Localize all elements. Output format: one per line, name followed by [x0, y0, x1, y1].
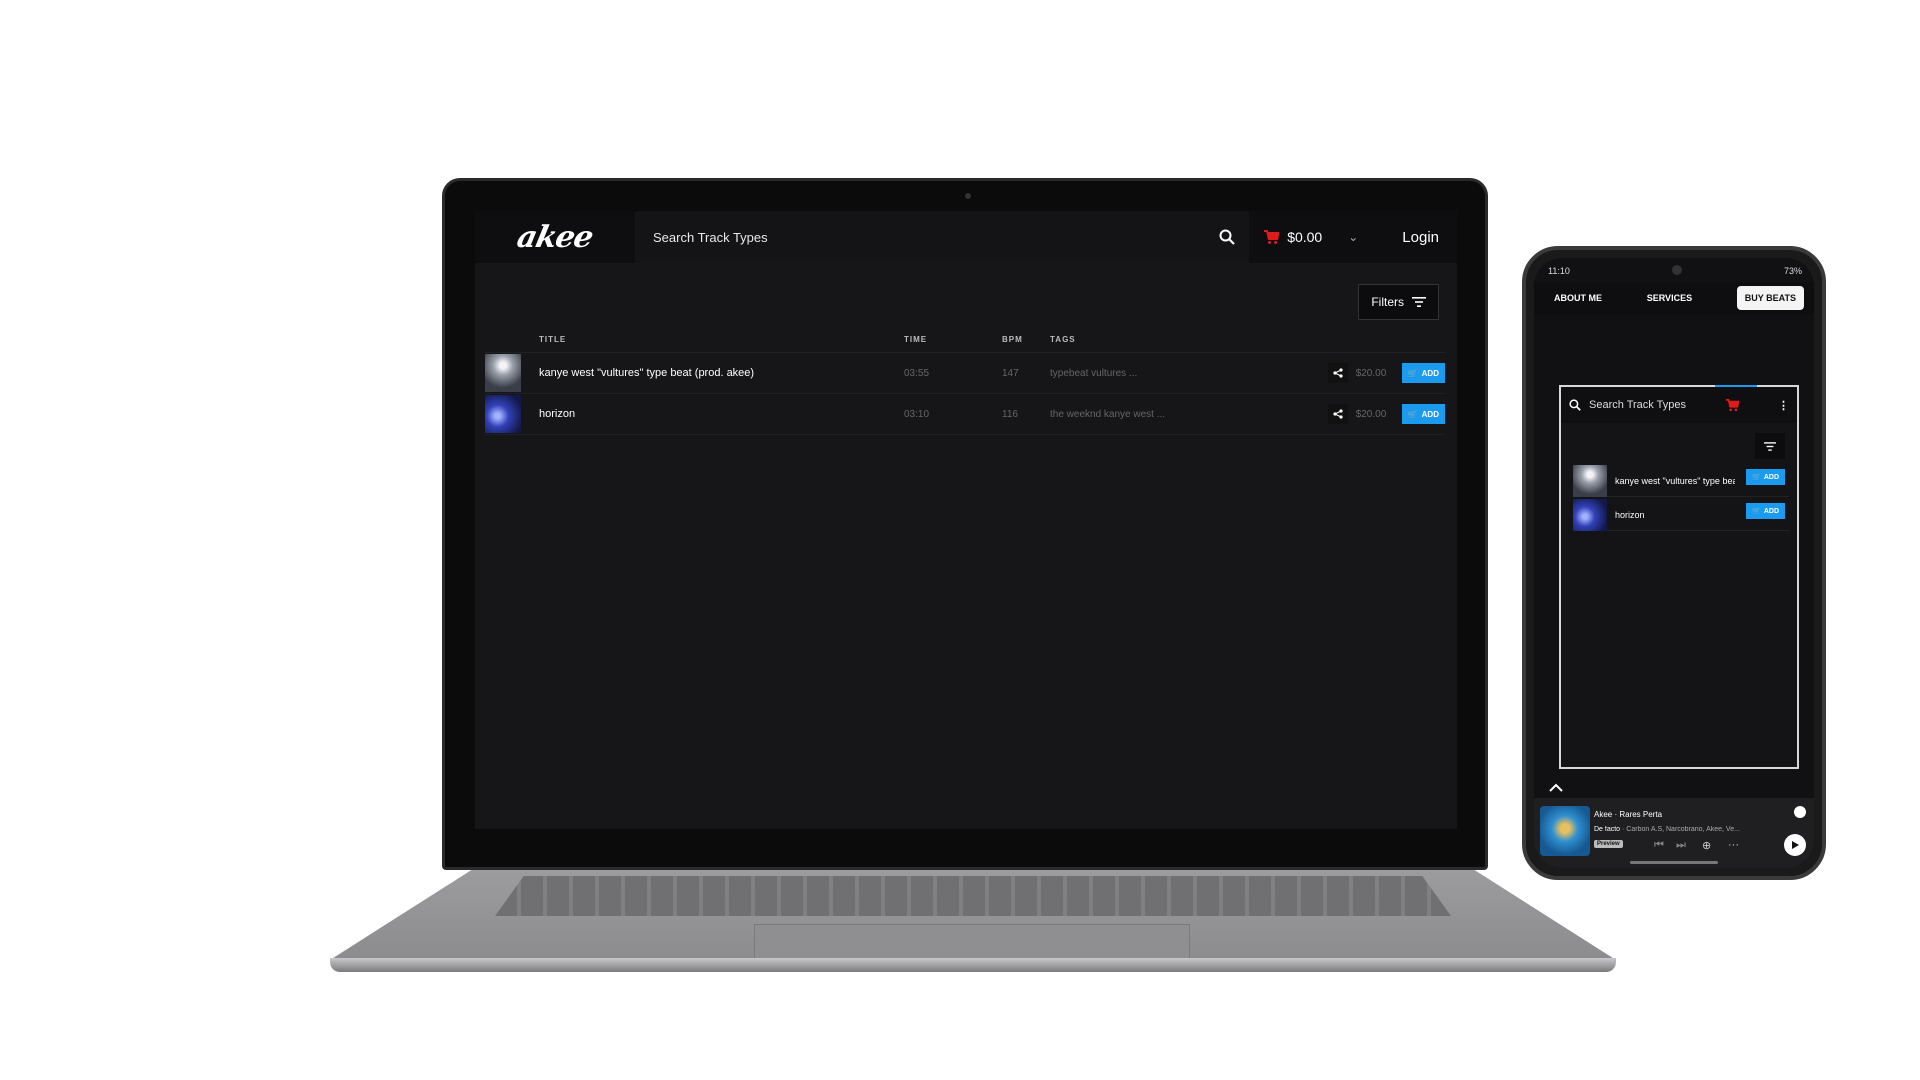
- search-bar: [635, 211, 1250, 263]
- table-row[interactable]: kanye west "vultures" type beat (prod. a…: [485, 353, 1445, 394]
- laptop-device: akee $0.00 ⌄ Login Filters: [442, 178, 1488, 870]
- add-label: ADD: [1763, 507, 1779, 515]
- status-time: 11:10: [1548, 266, 1570, 276]
- add-to-cart-button[interactable]: 🛒 ADD: [1746, 503, 1785, 519]
- header-title: TITLE: [539, 335, 567, 344]
- home-indicator: [1630, 861, 1718, 864]
- cart-icon: 🛒: [1752, 508, 1761, 515]
- share-icon[interactable]: [1327, 363, 1348, 383]
- search-icon[interactable]: [1219, 229, 1235, 245]
- spotify-player: Akee · Rares Perta De facto · Carbon A.S…: [1534, 798, 1814, 868]
- nav-services[interactable]: SERVICES: [1647, 293, 1692, 303]
- album-artwork[interactable]: [1540, 806, 1590, 856]
- cart-icon: 🛒: [1752, 474, 1761, 481]
- more-icon[interactable]: ···: [1728, 839, 1739, 851]
- filters-button[interactable]: Filters: [1358, 284, 1439, 320]
- trackpad: [754, 924, 1190, 962]
- cart-total: $0.00: [1287, 229, 1323, 245]
- phone-screen: 11:10 73% ABOUT ME SERVICES BUY BEATS Se…: [1534, 258, 1814, 868]
- add-label: ADD: [1763, 473, 1779, 481]
- add-to-cart-button[interactable]: 🛒 ADD: [1401, 363, 1445, 383]
- add-icon[interactable]: ⊕: [1702, 839, 1711, 852]
- player-track[interactable]: De facto: [1594, 826, 1620, 833]
- phone-device: 11:10 73% ABOUT ME SERVICES BUY BEATS Se…: [1522, 246, 1826, 880]
- chevron-down-icon[interactable]: ⌄: [1348, 230, 1358, 244]
- track-time: 03:55: [904, 367, 930, 379]
- track-title[interactable]: horizon: [539, 408, 904, 420]
- track-title[interactable]: kanye west "vultures" type beat (prod. a…: [1615, 476, 1735, 486]
- player-subtitle: De facto · Carbon A.S, Narcobrano, Akee,…: [1594, 826, 1764, 833]
- track-price: $20.00: [1355, 367, 1387, 379]
- track-tags[interactable]: typebeat vultures ...: [1050, 368, 1320, 379]
- search-icon[interactable]: [1569, 399, 1581, 411]
- login-link[interactable]: Login: [1372, 229, 1457, 246]
- player-artists: · Carbon A.S, Narcobrano, Akee, Ve...: [1622, 826, 1740, 833]
- track-artwork[interactable]: [1573, 464, 1607, 497]
- share-icon[interactable]: [1327, 404, 1348, 424]
- site-nav: ABOUT ME SERVICES BUY BEATS: [1534, 282, 1814, 314]
- add-label: ADD: [1421, 409, 1439, 419]
- list-item[interactable]: horizon 🛒 ADD: [1573, 498, 1789, 531]
- track-title[interactable]: kanye west "vultures" type beat (prod. a…: [539, 367, 904, 379]
- add-to-cart-button[interactable]: 🛒 ADD: [1746, 469, 1785, 485]
- track-title[interactable]: horizon: [1615, 510, 1735, 520]
- cart-icon: 🛒: [1407, 368, 1418, 378]
- status-bar: 11:10 73%: [1534, 258, 1814, 278]
- track-time: 03:10: [904, 408, 930, 420]
- battery-level: 73%: [1783, 266, 1802, 276]
- laptop-screen: akee $0.00 ⌄ Login Filters: [475, 211, 1457, 829]
- keyboard: [495, 876, 1451, 916]
- filters-label: Filters: [1371, 295, 1404, 309]
- app-header: akee $0.00 ⌄ Login: [475, 211, 1457, 263]
- track-bpm: 116: [1002, 408, 1018, 420]
- laptop-camera: [965, 193, 971, 199]
- cart-icon[interactable]: [1725, 398, 1739, 412]
- player-title[interactable]: Akee · Rares Perta: [1594, 810, 1662, 819]
- table-header: TITLE TIME BPM TAGS: [485, 327, 1445, 353]
- track-artwork[interactable]: [485, 395, 521, 433]
- spotify-icon[interactable]: [1794, 806, 1806, 818]
- add-to-cart-button[interactable]: 🛒 ADD: [1401, 404, 1445, 424]
- laptop-keyboard-base: [330, 870, 1616, 988]
- header-time: TIME: [904, 335, 928, 344]
- add-label: ADD: [1421, 368, 1439, 378]
- cart-button[interactable]: $0.00 ⌄: [1249, 229, 1372, 245]
- table-row[interactable]: horizon 03:10 116 the weeknd kanye west …: [485, 394, 1445, 435]
- search-input[interactable]: [653, 229, 1173, 245]
- nav-buy-beats[interactable]: BUY BEATS: [1736, 286, 1804, 310]
- more-options-icon[interactable]: ⋮: [1778, 399, 1789, 412]
- track-table: TITLE TIME BPM TAGS kanye west "vultures…: [485, 327, 1445, 435]
- embed-header: Search Track Types ⋮: [1561, 387, 1797, 423]
- track-artwork[interactable]: [485, 354, 521, 392]
- filter-icon: [1412, 297, 1426, 307]
- next-icon[interactable]: ⏭: [1676, 839, 1686, 852]
- front-camera: [1671, 265, 1682, 275]
- play-icon: [1792, 841, 1799, 849]
- track-artwork[interactable]: [1573, 498, 1607, 531]
- preview-badge: Preview: [1594, 840, 1623, 848]
- nav-about-me[interactable]: ABOUT ME: [1554, 293, 1602, 303]
- stage: akee $0.00 ⌄ Login Filters: [0, 0, 1920, 1080]
- track-bpm: 147: [1002, 367, 1019, 379]
- filter-icon[interactable]: [1755, 433, 1785, 459]
- cart-icon: [1264, 229, 1280, 244]
- track-price: $20.00: [1355, 408, 1387, 420]
- embed-search-input[interactable]: Search Track Types: [1589, 399, 1717, 411]
- list-item[interactable]: kanye west "vultures" type beat (prod. a…: [1573, 464, 1789, 497]
- header-bpm: BPM: [1002, 335, 1023, 344]
- play-button[interactable]: [1784, 834, 1806, 856]
- track-tags[interactable]: the weeknd kanye west ...: [1050, 409, 1320, 420]
- akee-logo[interactable]: akee: [475, 211, 641, 263]
- header-tags: TAGS: [1050, 335, 1076, 344]
- chevron-up-icon[interactable]: [1548, 780, 1564, 796]
- beat-store-embed: Search Track Types ⋮ kanye west "vulture…: [1559, 385, 1799, 769]
- cart-icon: 🛒: [1407, 409, 1418, 419]
- previous-icon[interactable]: ⏮: [1654, 839, 1664, 852]
